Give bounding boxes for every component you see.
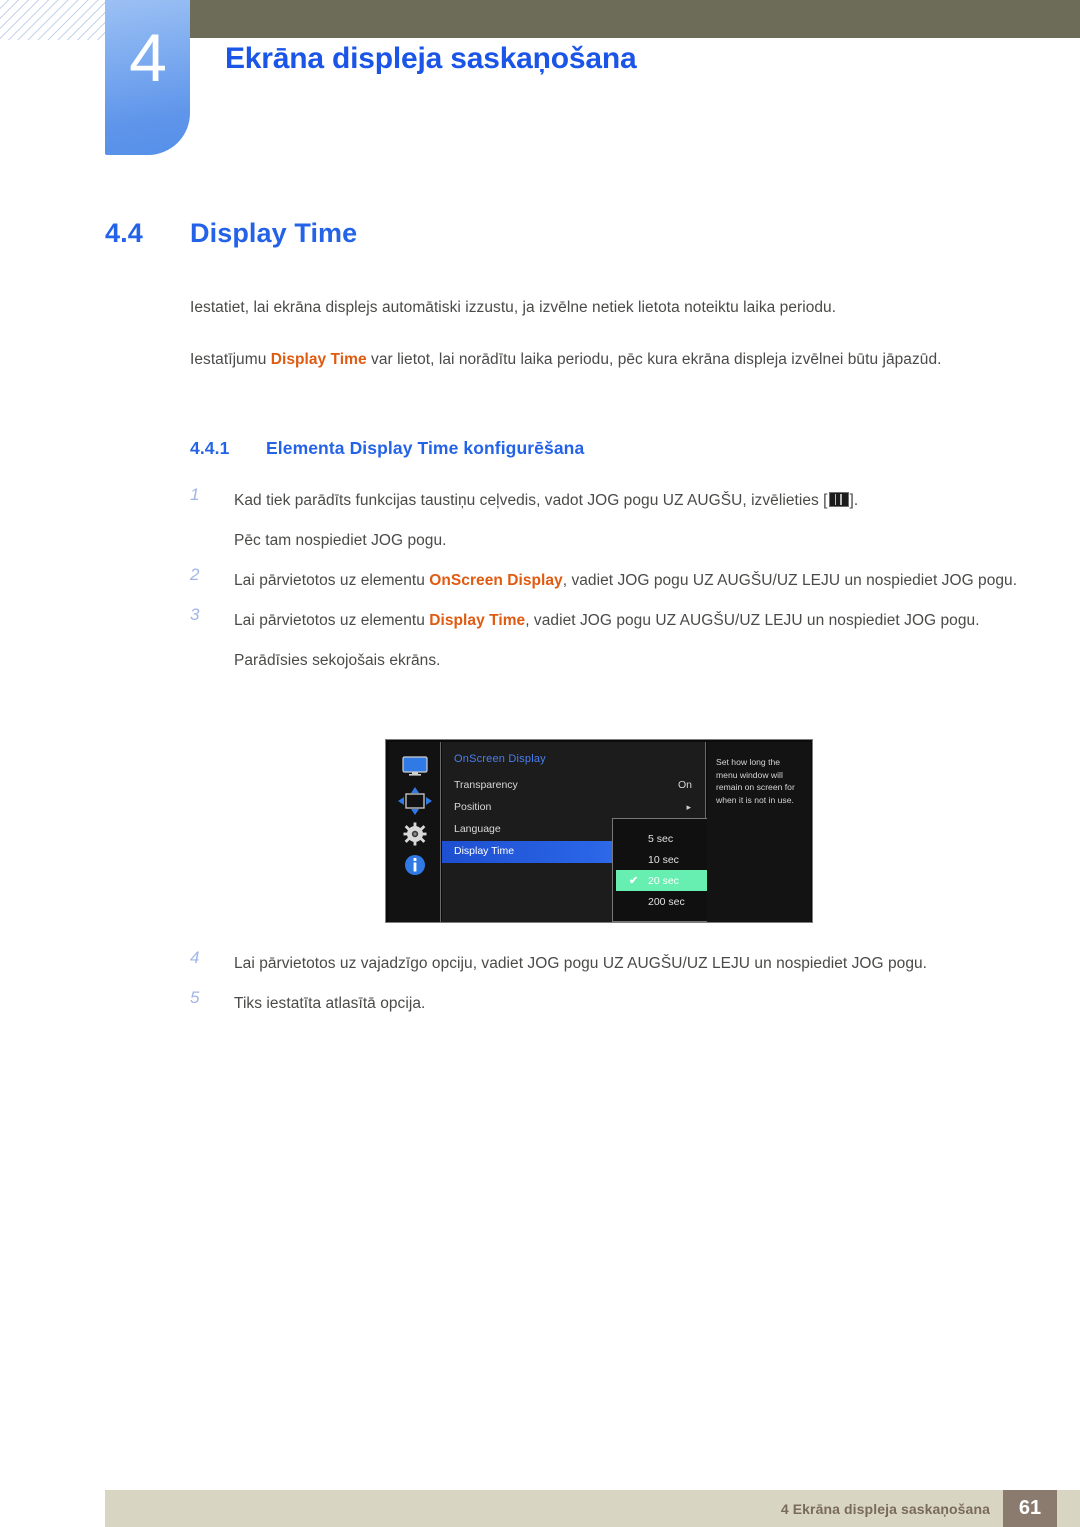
osd-item-label: Language bbox=[454, 823, 501, 835]
chevron-right-icon: ▸ bbox=[686, 802, 691, 812]
chapter-number: 4 bbox=[129, 20, 167, 96]
osd-panel-heading: OnScreen Display bbox=[454, 753, 546, 765]
intro-paragraph-2: Iestatījumu Display Time var lietot, lai… bbox=[190, 345, 1010, 375]
step-text: Tiks iestatīta atlasītā opcija. bbox=[234, 995, 426, 1012]
section-title: Display Time bbox=[190, 218, 358, 248]
footer-page-number: 61 bbox=[1003, 1490, 1057, 1527]
section-number: 4.4 bbox=[105, 218, 143, 248]
osd-menu-panel: OnScreen Display Transparency On Positio… bbox=[442, 742, 761, 922]
chapter-header-bar bbox=[185, 0, 1080, 38]
step-number: 3 bbox=[190, 605, 200, 624]
step-text: Lai pārvietotos uz elementu OnScreen Dis… bbox=[234, 565, 1020, 596]
step-text: Lai pārvietotos uz vajadzīgo opciju, vad… bbox=[234, 955, 928, 972]
list-item: 1 Kad tiek parādīts funkcijas taustiņu c… bbox=[190, 485, 1020, 516]
steps-list-bottom: 4 Lai pārvietotos uz vajadzīgo opciju, v… bbox=[190, 948, 1020, 1028]
step-number: 1 bbox=[190, 485, 200, 504]
info-icon bbox=[389, 854, 441, 881]
footer-chapter-label: 4 Ekrāna displeja saskaņošana bbox=[780, 1501, 990, 1517]
list-item: 5 Tiks iestatīta atlasītā opcija. bbox=[190, 988, 1020, 1019]
monitor-icon bbox=[389, 756, 441, 781]
list-item: 4 Lai pārvietotos uz vajadzīgo opciju, v… bbox=[190, 948, 1020, 979]
subsection-title: Elementa Display Time konfigurēšana bbox=[266, 438, 585, 458]
step-1-subtext: Pēc tam nospiediet JOG pogu. bbox=[234, 532, 447, 549]
step-3-text-before: Lai pārvietotos uz elementu bbox=[234, 612, 430, 629]
step-text: Lai pārvietotos uz elementu Display Time… bbox=[234, 605, 1020, 636]
step-number: 5 bbox=[190, 988, 200, 1007]
osd-item-label: Display Time bbox=[454, 845, 515, 857]
keyword-onscreen-display: OnScreen Display bbox=[429, 572, 563, 589]
osd-option-label: 20 sec bbox=[648, 875, 679, 887]
body-content: Iestatiet, lai ekrāna displejs automātis… bbox=[190, 293, 1010, 397]
step-text: Kad tiek parādīts funkcijas taustiņu ceļ… bbox=[234, 485, 1020, 516]
osd-menu-icon bbox=[828, 492, 849, 507]
steps-list-top: 1 Kad tiek parādīts funkcijas taustiņu c… bbox=[190, 485, 1020, 685]
osd-icon-sidebar bbox=[389, 742, 441, 922]
paragraph-2-text-after: var lietot, lai norādītu laika periodu, … bbox=[366, 351, 942, 368]
decorative-hatch-pattern bbox=[0, 0, 108, 40]
step-1-text-after: ]. bbox=[849, 492, 859, 509]
document-page: 4 Ekrāna displeja saskaņošana 4.4 Display… bbox=[0, 0, 1080, 1527]
list-item: 3 Lai pārvietotos uz elementu Display Ti… bbox=[190, 605, 1020, 636]
keyword-display-time: Display Time bbox=[270, 351, 367, 368]
step-number: 2 bbox=[190, 565, 200, 584]
gear-icon bbox=[389, 822, 441, 851]
osd-help-text: Set how long the menu window will remain… bbox=[707, 742, 811, 922]
step-2-text-before: Lai pārvietotos uz elementu bbox=[234, 572, 430, 589]
osd-option-label: 200 sec bbox=[648, 896, 685, 908]
step-3-text-after: , vadiet JOG pogu UZ AUGŠU/UZ LEJU un no… bbox=[525, 612, 980, 629]
osd-item-label: Transparency bbox=[454, 779, 518, 791]
paragraph-2-text-before: Iestatījumu bbox=[190, 351, 271, 368]
osd-option-label: 10 sec bbox=[648, 854, 679, 866]
step-3-subtext: Parādīsies sekojošais ekrāns. bbox=[234, 652, 441, 669]
intro-paragraph-1: Iestatiet, lai ekrāna displejs automātis… bbox=[190, 299, 837, 316]
chapter-title: Ekrāna displeja saskaņošana bbox=[225, 42, 637, 75]
osd-option-label: 5 sec bbox=[648, 833, 674, 845]
osd-item-label: Position bbox=[454, 801, 492, 813]
position-arrows-icon bbox=[389, 787, 441, 820]
section-heading: 4.4 Display Time bbox=[105, 218, 357, 249]
osd-screenshot-illustration: OnScreen Display Transparency On Positio… bbox=[385, 739, 813, 923]
keyword-display-time-step3: Display Time bbox=[429, 612, 526, 629]
step-number: 4 bbox=[190, 948, 200, 967]
osd-menu-item-transparency[interactable]: Transparency On bbox=[442, 775, 706, 797]
subsection-heading: 4.4.1 Elementa Display Time konfigurēšana bbox=[190, 438, 584, 459]
subsection-number: 4.4.1 bbox=[190, 438, 230, 458]
checkmark-icon: ✔ bbox=[629, 875, 639, 887]
osd-menu-item-position[interactable]: Position ▸ bbox=[442, 797, 706, 819]
step-1-text-before: Kad tiek parādīts funkcijas taustiņu ceļ… bbox=[234, 492, 828, 509]
list-item: 2 Lai pārvietotos uz elementu OnScreen D… bbox=[190, 565, 1020, 596]
osd-item-value: On bbox=[677, 779, 692, 791]
step-2-text-after: , vadiet JOG pogu UZ AUGŠU/UZ LEJU un no… bbox=[562, 572, 1018, 589]
